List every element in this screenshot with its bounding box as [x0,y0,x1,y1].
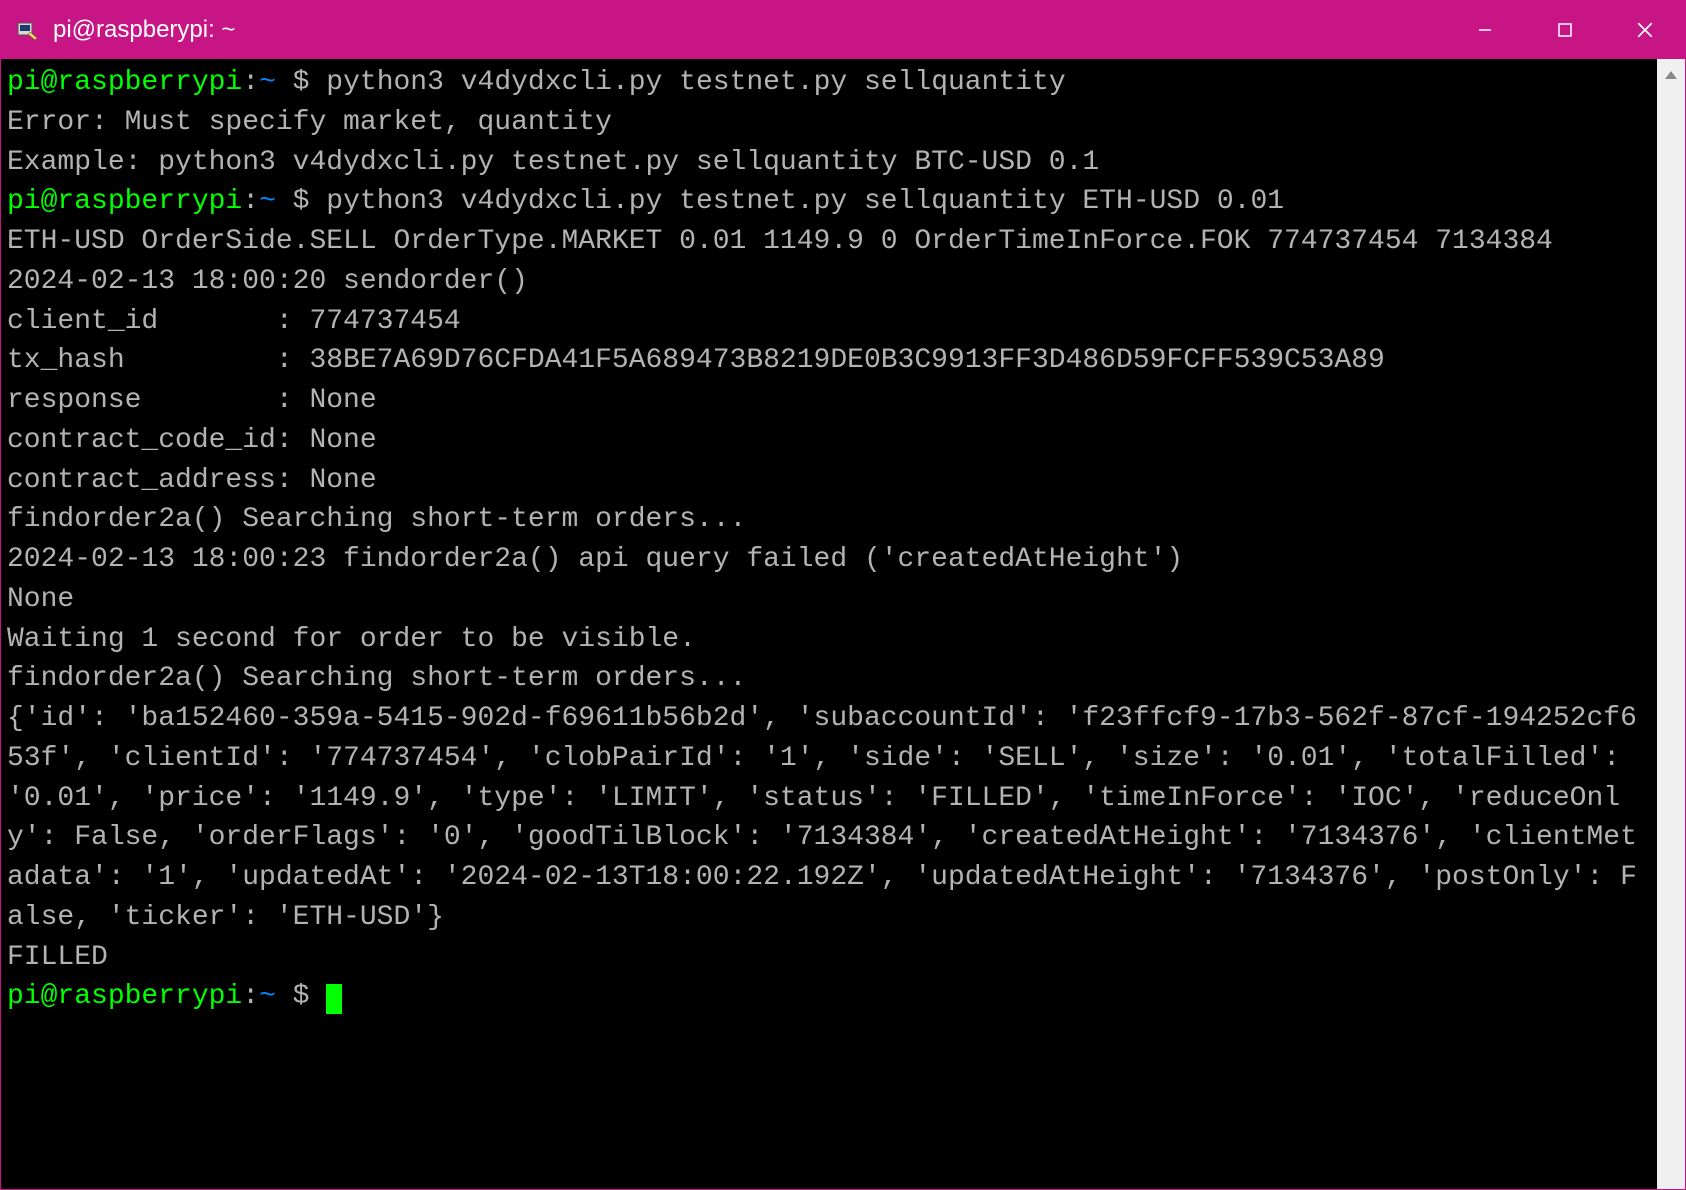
command-2: python3 v4dydxcli.py testnet.py sellquan… [326,186,1284,217]
scrollbar[interactable] [1657,59,1685,1189]
prompt-user: pi@raspberrypi [7,67,242,98]
window-title: pi@raspberypi: ~ [53,16,1445,44]
output-line: Waiting 1 second for order to be visible… [7,624,696,655]
prompt-dollar: $ [276,981,326,1012]
prompt-sep: : [242,186,259,217]
terminal-area: pi@raspberrypi:~ $ python3 v4dydxcli.py … [1,59,1685,1189]
prompt-user: pi@raspberrypi [7,186,242,217]
output-line: FILLED [7,942,108,973]
output-line: contract_code_id: None [7,425,377,456]
scroll-up-icon[interactable] [1663,67,1679,83]
titlebar[interactable]: pi@raspberypi: ~ [1,1,1685,59]
minimize-button[interactable] [1445,1,1525,59]
prompt-path: ~ [259,67,276,98]
output-error-2: Example: python3 v4dydxcli.py testnet.py… [7,147,1099,178]
app-window: pi@raspberypi: ~ pi@raspberrypi:~ $ pyth… [0,0,1686,1190]
prompt-sep: : [242,67,259,98]
output-line: findorder2a() Searching short-term order… [7,504,746,535]
output-line: None [7,584,74,615]
prompt-path: ~ [259,981,276,1012]
terminal[interactable]: pi@raspberrypi:~ $ python3 v4dydxcli.py … [1,59,1657,1189]
output-line: 2024-02-13 18:00:23 findorder2a() api qu… [7,544,1183,575]
prompt-dollar: $ [276,186,326,217]
maximize-button[interactable] [1525,1,1605,59]
output-line: contract_address: None [7,465,377,496]
output-line: client_id : 774737454 [7,306,461,337]
prompt-dollar: $ [276,67,326,98]
prompt-sep: : [242,981,259,1012]
output-line: response : None [7,385,377,416]
output-line: ETH-USD OrderSide.SELL OrderType.MARKET … [7,226,1553,257]
prompt-path: ~ [259,186,276,217]
output-line: findorder2a() Searching short-term order… [7,663,746,694]
output-error-1: Error: Must specify market, quantity [7,107,612,138]
cursor [326,984,342,1014]
close-button[interactable] [1605,1,1685,59]
output-line: {'id': 'ba152460-359a-5415-902d-f69611b5… [7,703,1637,933]
output-line: 2024-02-13 18:00:20 sendorder() [7,266,528,297]
prompt-user: pi@raspberrypi [7,981,242,1012]
putty-icon [13,16,41,44]
output-line: tx_hash : 38BE7A69D76CFDA41F5A689473B821… [7,345,1385,376]
window-controls [1445,1,1685,59]
command-1: python3 v4dydxcli.py testnet.py sellquan… [326,67,1065,98]
